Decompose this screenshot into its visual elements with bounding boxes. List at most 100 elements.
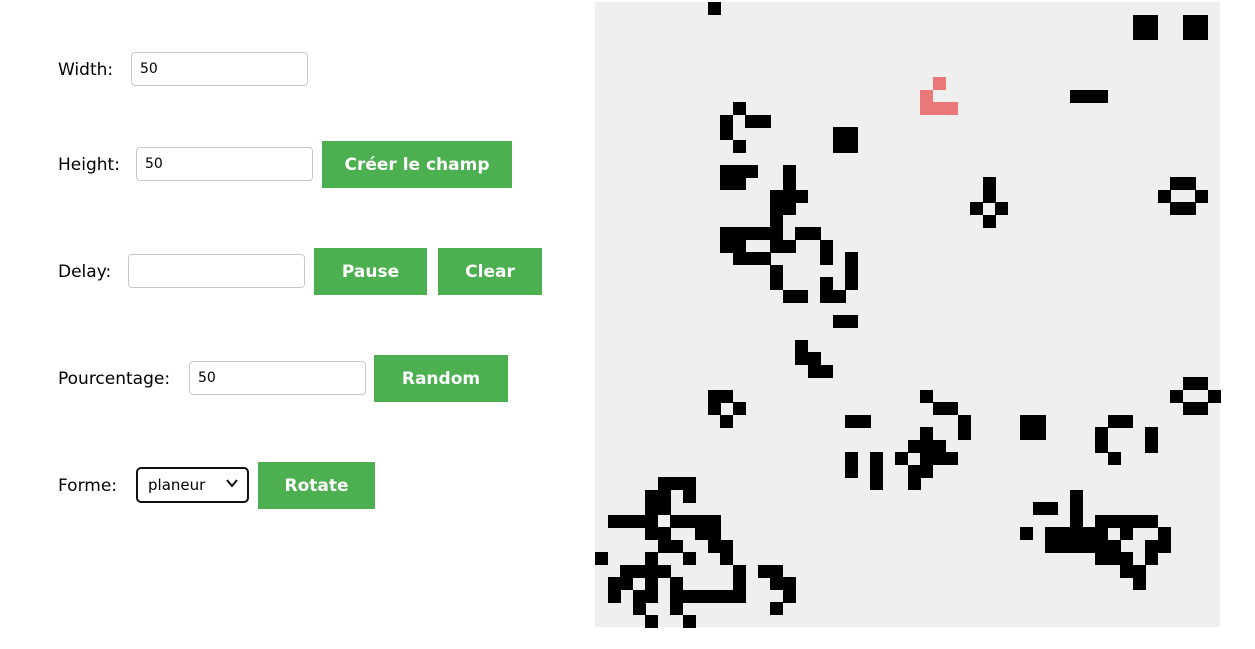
- alive-cell[interactable]: [1057, 527, 1071, 540]
- alive-cell[interactable]: [657, 489, 671, 503]
- alive-cell[interactable]: [1082, 539, 1096, 553]
- alive-cell[interactable]: [1182, 14, 1196, 28]
- alive-cell[interactable]: [645, 514, 658, 528]
- alive-cell[interactable]: [707, 514, 721, 528]
- alive-cell[interactable]: [1145, 27, 1158, 40]
- alive-cell[interactable]: [632, 564, 646, 578]
- alive-cell[interactable]: [645, 552, 658, 565]
- alive-cell[interactable]: [1107, 414, 1121, 428]
- alive-cell[interactable]: [682, 477, 696, 490]
- alive-cell[interactable]: [1120, 414, 1133, 428]
- alive-cell[interactable]: [1145, 439, 1158, 453]
- alive-cell[interactable]: [795, 189, 808, 203]
- alive-cell[interactable]: [1057, 539, 1071, 553]
- alive-cell[interactable]: [657, 564, 671, 578]
- alive-cell[interactable]: [745, 252, 758, 265]
- alive-cell[interactable]: [845, 264, 858, 278]
- alive-cell[interactable]: [770, 227, 783, 240]
- alive-cell[interactable]: [1107, 539, 1121, 553]
- alive-cell[interactable]: [720, 539, 733, 553]
- alive-cell[interactable]: [1120, 514, 1133, 528]
- alive-cell[interactable]: [1170, 177, 1183, 190]
- shape-select[interactable]: planeur: [136, 467, 249, 503]
- preview-cell[interactable]: [945, 102, 958, 115]
- alive-cell[interactable]: [870, 464, 883, 478]
- alive-cell[interactable]: [1145, 514, 1158, 528]
- alive-cell[interactable]: [1157, 527, 1171, 540]
- alive-cell[interactable]: [695, 589, 708, 603]
- alive-cell[interactable]: [845, 277, 858, 290]
- alive-cell[interactable]: [770, 214, 783, 228]
- alive-cell[interactable]: [645, 489, 658, 503]
- alive-cell[interactable]: [1020, 427, 1033, 440]
- alive-cell[interactable]: [620, 564, 633, 578]
- alive-cell[interactable]: [720, 389, 733, 403]
- alive-cell[interactable]: [770, 602, 783, 615]
- clear-button[interactable]: Clear: [438, 248, 542, 295]
- alive-cell[interactable]: [845, 127, 858, 140]
- alive-cell[interactable]: [1195, 189, 1208, 203]
- pause-button[interactable]: Pause: [314, 248, 427, 295]
- alive-cell[interactable]: [920, 427, 933, 440]
- alive-cell[interactable]: [1107, 452, 1121, 465]
- alive-cell[interactable]: [920, 452, 933, 465]
- alive-cell[interactable]: [745, 164, 758, 178]
- alive-cell[interactable]: [1032, 414, 1046, 428]
- alive-cell[interactable]: [1157, 539, 1171, 553]
- alive-cell[interactable]: [707, 2, 721, 15]
- alive-cell[interactable]: [1132, 14, 1146, 28]
- alive-cell[interactable]: [1107, 514, 1121, 528]
- alive-cell[interactable]: [732, 564, 746, 578]
- alive-cell[interactable]: [932, 402, 946, 415]
- alive-cell[interactable]: [820, 277, 833, 290]
- alive-cell[interactable]: [982, 177, 996, 190]
- alive-cell[interactable]: [1070, 502, 1083, 515]
- alive-cell[interactable]: [657, 539, 671, 553]
- alive-cell[interactable]: [907, 439, 921, 453]
- alive-cell[interactable]: [1107, 552, 1121, 565]
- alive-cell[interactable]: [682, 589, 696, 603]
- alive-cell[interactable]: [795, 352, 808, 365]
- alive-cell[interactable]: [745, 227, 758, 240]
- alive-cell[interactable]: [1070, 527, 1083, 540]
- life-grid[interactable]: [595, 2, 1221, 628]
- alive-cell[interactable]: [820, 289, 833, 303]
- alive-cell[interactable]: [770, 277, 783, 290]
- alive-cell[interactable]: [820, 252, 833, 265]
- alive-cell[interactable]: [707, 539, 721, 553]
- alive-cell[interactable]: [920, 464, 933, 478]
- alive-cell[interactable]: [795, 289, 808, 303]
- alive-cell[interactable]: [720, 164, 733, 178]
- alive-cell[interactable]: [1095, 514, 1108, 528]
- preview-cell[interactable]: [920, 102, 933, 115]
- height-input[interactable]: 50: [136, 147, 313, 181]
- alive-cell[interactable]: [732, 139, 746, 153]
- alive-cell[interactable]: [670, 577, 683, 590]
- alive-cell[interactable]: [1132, 27, 1146, 40]
- alive-cell[interactable]: [757, 227, 771, 240]
- alive-cell[interactable]: [770, 577, 783, 590]
- alive-cell[interactable]: [745, 114, 758, 128]
- rotate-button[interactable]: Rotate: [258, 462, 375, 509]
- alive-cell[interactable]: [1095, 539, 1108, 553]
- alive-cell[interactable]: [1020, 414, 1033, 428]
- alive-cell[interactable]: [732, 102, 746, 115]
- alive-cell[interactable]: [770, 189, 783, 203]
- alive-cell[interactable]: [770, 202, 783, 215]
- alive-cell[interactable]: [1032, 427, 1046, 440]
- alive-cell[interactable]: [782, 589, 796, 603]
- alive-cell[interactable]: [732, 252, 746, 265]
- alive-cell[interactable]: [720, 239, 733, 253]
- alive-cell[interactable]: [845, 139, 858, 153]
- alive-cell[interactable]: [657, 477, 671, 490]
- alive-cell[interactable]: [732, 589, 746, 603]
- alive-cell[interactable]: [707, 389, 721, 403]
- alive-cell[interactable]: [720, 589, 733, 603]
- alive-cell[interactable]: [707, 402, 721, 415]
- alive-cell[interactable]: [632, 514, 646, 528]
- alive-cell[interactable]: [1195, 402, 1208, 415]
- alive-cell[interactable]: [1082, 527, 1096, 540]
- alive-cell[interactable]: [1070, 514, 1083, 528]
- alive-cell[interactable]: [795, 227, 808, 240]
- alive-cell[interactable]: [620, 514, 633, 528]
